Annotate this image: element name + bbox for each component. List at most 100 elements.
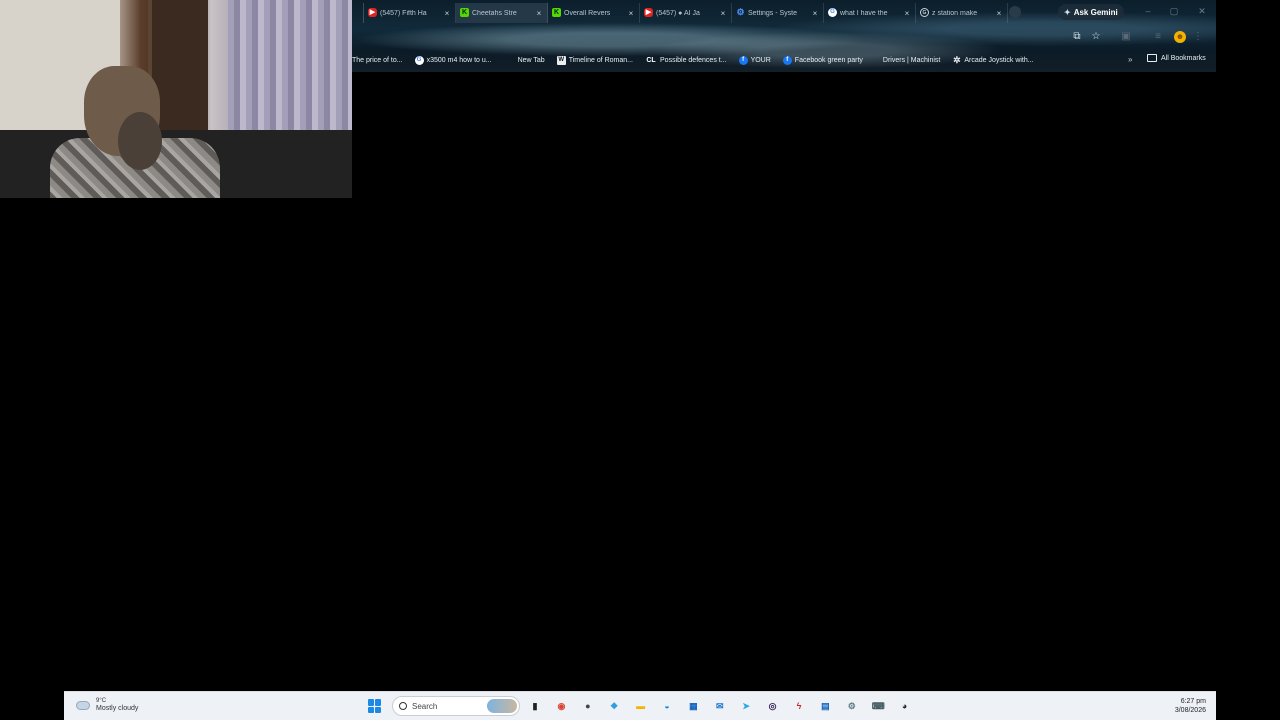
- store-icon[interactable]: ▦: [684, 697, 702, 715]
- bookmark-label: Timeline of Roman...: [568, 56, 634, 64]
- system-clock[interactable]: 6:27 pm 3/08/2026: [1175, 697, 1206, 715]
- folder-icon[interactable]: ▬: [632, 697, 650, 715]
- menu-kebab-icon[interactable]: ⋮: [1192, 31, 1204, 43]
- bookmark-star-icon[interactable]: ☆: [1090, 31, 1102, 43]
- bookmark-label: Drivers | Machinist: [882, 56, 941, 64]
- bookmarks-bar: The price of to... G x3500 m4 how to u..…: [352, 50, 1216, 70]
- bookmark-item[interactable]: G x3500 m4 how to u...: [414, 55, 492, 65]
- folder-icon: [1147, 54, 1157, 62]
- wikipedia-icon: W: [556, 55, 566, 65]
- weather-widget[interactable]: 9°C Mostly cloudy: [76, 697, 138, 713]
- bookmark-label: New Tab: [517, 56, 545, 64]
- close-icon[interactable]: ×: [443, 9, 451, 18]
- settings-icon[interactable]: ⚙: [843, 697, 861, 715]
- weather-condition: Mostly cloudy: [96, 705, 139, 712]
- chrome-icon[interactable]: ◉: [552, 697, 570, 715]
- app-badge-icon[interactable]: ●: [579, 697, 597, 715]
- copilot-icon[interactable]: ❖: [605, 697, 623, 715]
- edge-icon[interactable]: ◒: [658, 697, 676, 715]
- bookmark-label: YOUR: [750, 56, 771, 64]
- steam-icon[interactable]: ◕: [896, 697, 914, 715]
- maximize-icon[interactable]: ▢: [1168, 5, 1180, 17]
- close-icon[interactable]: ×: [903, 9, 911, 18]
- file-explorer-icon[interactable]: ▮: [526, 697, 544, 715]
- gemini-sparkle-icon: ✦: [1064, 7, 1071, 17]
- tab-3[interactable]: K Overall Revers ×: [548, 3, 640, 23]
- weather-temp: 9°C: [96, 698, 107, 704]
- webcam-overlay: [0, 0, 352, 198]
- gamepad-icon[interactable]: ⌨: [869, 697, 887, 715]
- bookmark-item[interactable]: Drivers | Machinist: [883, 57, 940, 64]
- profile-avatar-icon[interactable]: ☻: [1174, 31, 1186, 43]
- ask-gemini-button[interactable]: ✦ Ask Gemini: [1058, 4, 1124, 20]
- browser-chrome: ▶ (5457) Fifth Ha × K Cheetahs Stre × K …: [352, 0, 1216, 72]
- bookmark-item[interactable]: f YOUR: [738, 55, 771, 65]
- bookmark-item[interactable]: f Facebook green party: [782, 55, 863, 65]
- bookmark-item[interactable]: ✲ Arcade Joystick with...: [952, 54, 1034, 65]
- kick-icon: K: [552, 8, 561, 17]
- gear-icon: ⚙: [736, 7, 745, 17]
- close-icon[interactable]: ×: [627, 9, 635, 18]
- window-close-icon[interactable]: ✕: [1196, 5, 1208, 17]
- desktop-screen: ▶ (5457) Fifth Ha × K Cheetahs Stre × K …: [0, 0, 1280, 720]
- taskbar: 9°C Mostly cloudy Search ▮ ◉ ● ❖ ▬ ◒ ▦ ✉ ➤ ◎ ϟ ▤ ⚙ ⌨ ◕…: [64, 691, 1216, 720]
- bookmark-label: x3500 m4 how to u...: [426, 56, 492, 64]
- facebook-icon: f: [738, 55, 748, 65]
- new-tab-button[interactable]: [1009, 6, 1021, 18]
- close-icon[interactable]: ×: [535, 9, 543, 18]
- red-app-icon[interactable]: ϟ: [790, 697, 808, 715]
- google-search-icon: G: [920, 8, 929, 17]
- ask-gemini-label: Ask Gemini: [1073, 7, 1118, 17]
- tab-title: (5457) Fifth Ha: [380, 9, 427, 17]
- youtube-icon: ▶: [368, 8, 377, 17]
- bookmark-item[interactable]: New Tab: [518, 57, 545, 64]
- all-bookmarks-button[interactable]: All Bookmarks: [1147, 54, 1206, 62]
- tab-title: Settings - Syste: [748, 9, 798, 17]
- bookmark-item[interactable]: CL Possible defences t...: [645, 56, 726, 65]
- tab-title: what I have the: [840, 9, 888, 17]
- google-icon: G: [414, 55, 424, 65]
- obs-icon[interactable]: ◎: [764, 697, 782, 715]
- bookmark-label: Arcade Joystick with...: [964, 56, 1034, 64]
- cloud-icon: [76, 700, 90, 710]
- tab-5[interactable]: ⚙ Settings - Syste ×: [732, 3, 824, 23]
- close-icon[interactable]: ×: [995, 9, 1003, 18]
- tab-title: z station make: [932, 9, 978, 17]
- youtube-icon: ▶: [644, 8, 653, 17]
- tab-partial[interactable]: [352, 3, 364, 23]
- tab-7[interactable]: G z station make ×: [916, 3, 1008, 23]
- blue-app-icon[interactable]: ▤: [816, 697, 834, 715]
- search-highlight-image: [487, 699, 517, 713]
- tab-title: (5457) ● AI Ja: [656, 9, 700, 17]
- tab-2[interactable]: K Cheetahs Stre ×: [456, 3, 548, 23]
- close-icon[interactable]: ×: [719, 9, 727, 18]
- facebook-icon: f: [782, 55, 792, 65]
- extensions-icon[interactable]: ▣: [1120, 31, 1132, 43]
- kick-icon: K: [460, 8, 469, 17]
- tab-title: Cheetahs Stre: [472, 9, 517, 17]
- bookmarks-overflow-button[interactable]: »: [1128, 55, 1132, 64]
- outlook-icon[interactable]: ✉: [711, 697, 729, 715]
- reading-list-icon[interactable]: ≡: [1152, 31, 1164, 43]
- windows-start-icon[interactable]: [368, 699, 382, 713]
- google-icon: G: [828, 8, 837, 17]
- tab-6[interactable]: G what I have the ×: [824, 3, 916, 23]
- browser-toolbar: ⧉ ☆ ▣ ≡ ☻ ⋮: [352, 26, 1216, 48]
- bookmark-label: The price of to...: [352, 56, 403, 64]
- tab-1[interactable]: ▶ (5457) Fifth Ha ×: [364, 3, 456, 23]
- joystick-icon: ✲: [953, 54, 961, 65]
- clock-date: 3/08/2026: [1174, 707, 1206, 714]
- webcam-person-beard: [118, 112, 162, 170]
- tab-4[interactable]: ▶ (5457) ● AI Ja ×: [640, 3, 732, 23]
- bookmark-item[interactable]: W Timeline of Roman...: [556, 55, 634, 65]
- taskbar-search[interactable]: Search: [392, 696, 520, 716]
- telegram-icon[interactable]: ➤: [737, 697, 755, 715]
- bookmark-item[interactable]: The price of to...: [352, 57, 403, 64]
- install-app-icon[interactable]: ⧉: [1071, 31, 1083, 43]
- search-placeholder: Search: [412, 701, 438, 711]
- minimize-icon[interactable]: –: [1142, 5, 1154, 17]
- search-icon: [399, 702, 407, 710]
- close-icon[interactable]: ×: [811, 9, 819, 18]
- bookmark-label: Facebook green party: [794, 56, 863, 64]
- clock-time: 6:27 pm: [1180, 698, 1206, 705]
